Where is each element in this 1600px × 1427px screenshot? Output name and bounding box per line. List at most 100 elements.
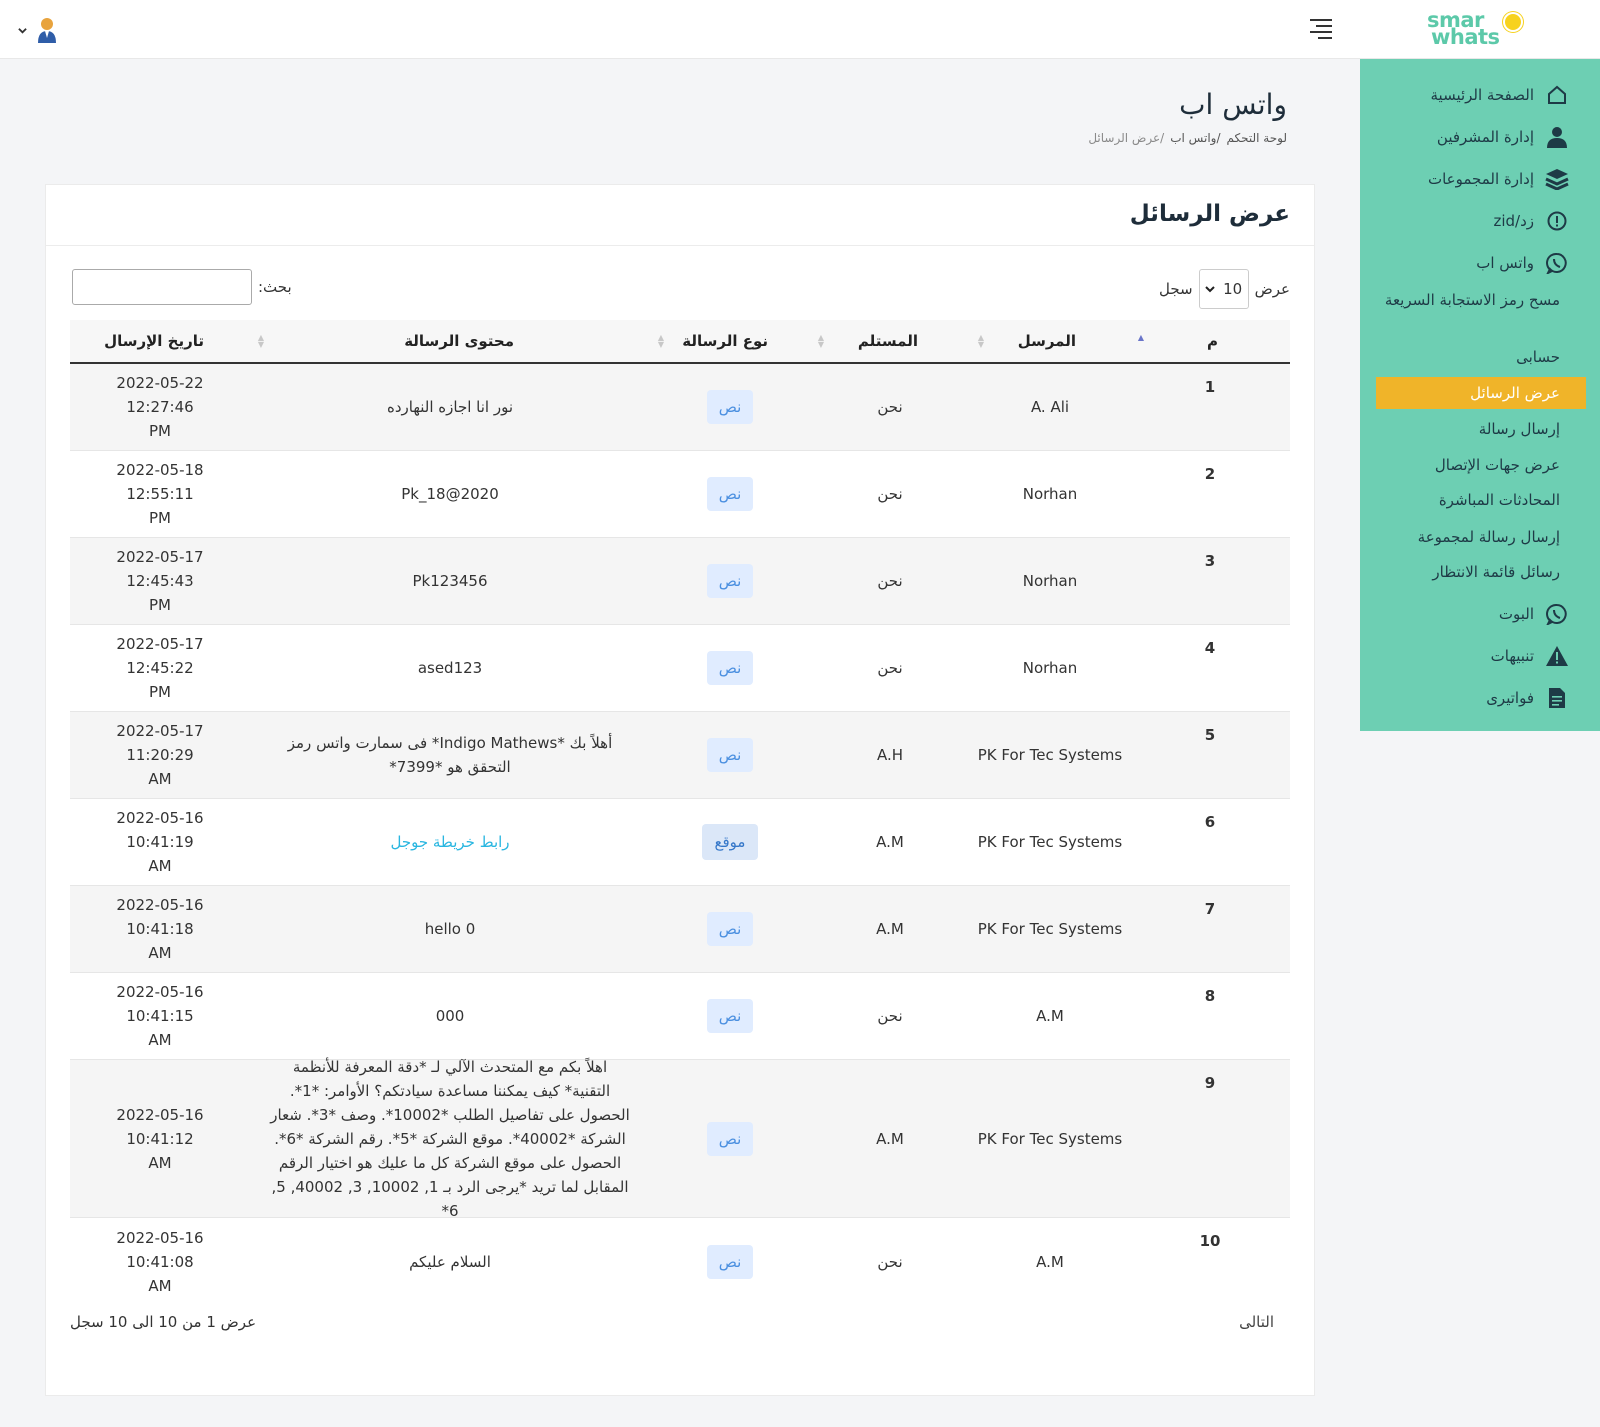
hamburger-icon[interactable] — [1310, 19, 1332, 39]
sidebar-item-whatsapp[interactable]: واتس اب — [1370, 247, 1570, 279]
receiver-name: نحن — [877, 485, 903, 503]
cell-index: 8 — [1130, 973, 1290, 1059]
sidebar-item-label: البوت — [1498, 605, 1534, 623]
sent-date: 2022-05-17 — [116, 548, 204, 566]
page-length-select[interactable]: 10 — [1198, 269, 1249, 309]
sidebar-item-invoices[interactable]: فواتيرى — [1370, 682, 1570, 714]
cell-receiver: نحن — [810, 973, 970, 1059]
cell-index: 5 — [1130, 712, 1290, 798]
sender-name: A.M — [1036, 1007, 1064, 1025]
sort-asc-icon: ▲ — [1137, 333, 1144, 342]
message-content: نور انا اجازه النهارده — [386, 398, 514, 416]
message-content: hello 0 — [424, 920, 476, 938]
message-content: 000 — [435, 1007, 465, 1025]
sender-name: PK For Tec Systems — [977, 920, 1123, 938]
sender-name: Norhan — [1022, 485, 1078, 503]
sender-name: Norhan — [1022, 572, 1078, 590]
sidebar-item-live-chats[interactable]: المحادثات المباشرة — [1360, 484, 1560, 516]
sidebar-item-admins[interactable]: إدارة المشرفين — [1370, 121, 1570, 153]
sender-name: A. Ali — [1030, 398, 1070, 416]
sent-date: 2022-05-22 — [116, 374, 204, 392]
col-header-receiver[interactable]: المستلم ▲ ▼ — [810, 320, 970, 362]
sent-time: 12:45:22 — [126, 659, 194, 677]
sent-time: 10:41:18 — [126, 920, 194, 938]
sent-time: 10:41:12 — [126, 1129, 194, 1148]
receiver-name: نحن — [877, 1007, 903, 1025]
sent-date: 2022-05-17 — [116, 635, 204, 653]
sidebar-item-send-message[interactable]: إرسال رسالة — [1360, 413, 1560, 445]
cell-receiver: نحن — [810, 364, 970, 450]
message-type-badge: نص — [706, 1121, 754, 1156]
sidebar-item-send-group[interactable]: إرسال رسالة لمجموعة — [1360, 521, 1560, 553]
sidebar-item-home[interactable]: الصفحة الرئيسية — [1370, 79, 1570, 111]
row-index: 9 — [1204, 1074, 1216, 1092]
sidebar-item-label: إرسال رسالة لمجموعة — [1417, 528, 1560, 546]
sidebar-item-queue[interactable]: رسائل قائمة الانتظار — [1360, 556, 1560, 588]
col-header-type[interactable]: نوع الرسالة ▲ ▼ — [650, 320, 810, 362]
search-input[interactable] — [72, 269, 252, 305]
sidebar-item-zid[interactable]: زد/zid — [1370, 205, 1570, 237]
cell-type: نص — [650, 712, 810, 798]
messages-table: م ▲ المرسل ▲ ▼ المستلم ▲ ▼ نوع الرسالة ▲ ▼ … — [70, 320, 1290, 1305]
sidebar-item-groups[interactable]: إدارة المجموعات — [1370, 163, 1570, 195]
sidebar-item-label: حسابى — [1516, 348, 1560, 366]
sidebar-item-scan-qr[interactable]: مسح رمز الاستجابة السريعة — [1360, 289, 1560, 333]
message-type-badge: نص — [706, 477, 754, 511]
sort-icon: ▲ ▼ — [657, 333, 664, 349]
sent-ampm: PM — [149, 596, 171, 614]
cell-type: نص — [650, 451, 810, 537]
cell-content: رابط خريطة جوجل — [270, 799, 630, 885]
sent-date: 2022-05-16 — [116, 1228, 204, 1247]
map-link[interactable]: رابط خريطة جوجل — [390, 830, 509, 854]
row-index: 7 — [1204, 900, 1216, 918]
row-index: 6 — [1204, 813, 1216, 831]
receiver-name: A.H — [876, 746, 904, 764]
sender-name: Norhan — [1022, 659, 1078, 677]
messages-card: عرض الرسائل عرض 10 سجل بحث: م ▲ المرسل ▲… — [45, 184, 1315, 1396]
table-row: 7 PK For Tec Systems A.M نص hello 0 2022-05-1… — [70, 886, 1290, 973]
breadcrumb-whatsapp[interactable]: /واتس اب — [1170, 131, 1220, 145]
sent-ampm: AM — [148, 1031, 172, 1049]
sidebar-item-label: رسائل قائمة الانتظار — [1432, 563, 1560, 581]
sidebar-item-label: إرسال رسالة — [1478, 420, 1560, 438]
message-content: السلام عليكم — [409, 1252, 491, 1271]
next-page-button[interactable]: التالى — [1239, 1313, 1274, 1331]
user-menu[interactable] — [14, 14, 64, 46]
cell-index: 7 — [1130, 886, 1290, 972]
sidebar-item-view-messages[interactable]: عرض الرسائل — [1376, 377, 1586, 409]
sidebar-item-contacts[interactable]: عرض جهات الإتصال — [1360, 449, 1560, 481]
col-header-content[interactable]: محتوى الرسالة ▲ ▼ — [250, 320, 650, 362]
breadcrumb: لوحة التحكم /واتس اب /عرض الرسائل — [1088, 131, 1287, 145]
smartwhats-logo[interactable]: smar whats — [1427, 10, 1522, 52]
col-header-date[interactable]: تاريخ الإرسال — [70, 320, 250, 362]
sent-date: 2022-05-16 — [116, 983, 204, 1001]
sent-ampm: AM — [148, 1153, 172, 1172]
sidebar-item-label: عرض الرسائل — [1470, 384, 1560, 402]
col-header-sender[interactable]: المرسل ▲ ▼ — [970, 320, 1130, 362]
message-type-badge: نص — [706, 651, 754, 685]
length-label-prefix: عرض — [1254, 280, 1290, 298]
chevron-down-icon — [18, 28, 27, 34]
top-bar: smar whats — [0, 0, 1600, 59]
cell-date: 2022-05-16 10:41:08 AM — [70, 1218, 250, 1305]
cell-type: نص — [650, 1060, 810, 1217]
sent-date: 2022-05-16 — [116, 1105, 204, 1124]
cell-sender: A.M — [970, 973, 1130, 1059]
col-header-index[interactable]: م ▲ — [1130, 320, 1290, 362]
cell-date: 2022-05-17 12:45:43 PM — [70, 538, 250, 624]
sent-ampm: PM — [149, 422, 171, 440]
cell-date: 2022-05-16 10:41:15 AM — [70, 973, 250, 1059]
row-index: 10 — [1199, 1232, 1221, 1250]
sidebar-item-alerts[interactable]: تنبيهات — [1370, 640, 1570, 672]
breadcrumb-dashboard[interactable]: لوحة التحكم — [1227, 131, 1288, 145]
sender-name: PK For Tec Systems — [977, 746, 1123, 764]
card-divider — [46, 245, 1314, 246]
cell-content: السلام عليكم — [270, 1218, 630, 1305]
home-icon — [1544, 82, 1570, 108]
sidebar-item-bot[interactable]: البوت — [1370, 598, 1570, 630]
col-label: المستلم — [857, 332, 918, 350]
sidebar-item-my-account[interactable]: حسابى — [1360, 341, 1560, 373]
sent-ampm: AM — [148, 770, 172, 788]
page-length-control: عرض 10 سجل — [1159, 269, 1290, 309]
cell-date: 2022-05-22 12:27:46 PM — [70, 364, 250, 450]
